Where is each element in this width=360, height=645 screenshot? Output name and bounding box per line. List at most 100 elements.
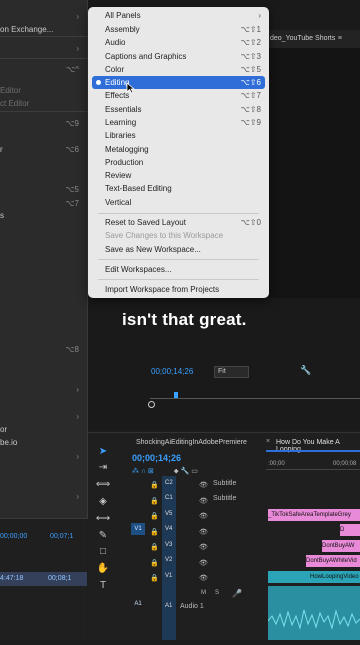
menu-row-workspaces[interactable]: ›: [0, 10, 87, 23]
ripple-edit-icon[interactable]: ⟺: [94, 477, 112, 493]
selected-dot-icon: [96, 80, 101, 85]
menu-item-reset-layout[interactable]: Reset to Saved Layout ⌥⇧0: [92, 216, 265, 229]
clip[interactable]: D: [340, 524, 360, 536]
program-monitor-controls: 00;00;14;26 Fit 🔧: [140, 362, 360, 430]
menu-item-libraries[interactable]: Libraries: [92, 129, 265, 142]
mute-button[interactable]: M: [201, 590, 206, 596]
playhead-icon[interactable]: [174, 392, 178, 398]
menu-row[interactable]: ⌥5: [0, 183, 87, 196]
menu-item-review[interactable]: Review: [92, 169, 265, 182]
razor-icon[interactable]: ◈: [94, 494, 112, 510]
menu-item-essentials[interactable]: Essentials ⌥⇧8: [92, 103, 265, 116]
snap-icon[interactable]: ⁂ ∩ ⊠: [132, 468, 154, 475]
track-name[interactable]: V3: [165, 542, 172, 548]
menu-row[interactable]: or: [0, 423, 87, 436]
menu-row-submenu[interactable]: ›: [0, 410, 87, 423]
menu-item-import-workspace[interactable]: Import Workspace from Projects: [92, 283, 265, 296]
menu-item-editing[interactable]: Editing ⌥⇧6: [92, 76, 265, 89]
menu-row-submenu[interactable]: ›: [0, 450, 87, 463]
track-name[interactable]: V5: [165, 511, 172, 517]
program-timecode[interactable]: 00;00;14;26: [151, 367, 193, 376]
menu-row-color[interactable]: r ⌥6: [0, 143, 87, 156]
menu-row[interactable]: ⌥8: [0, 343, 87, 356]
menu-item-all-panels[interactable]: All Panels ›: [92, 9, 265, 22]
track-select-icon[interactable]: ⇥: [94, 460, 112, 476]
menu-row-submenu[interactable]: ›: [0, 490, 87, 503]
type-icon[interactable]: T: [94, 578, 112, 594]
track-label: Subtitle: [213, 480, 237, 487]
track-name[interactable]: C2: [165, 480, 173, 486]
menu-row-effect-editor: ct Editor: [0, 99, 30, 108]
marker-icon[interactable]: ⬥ 🔧 ▭: [174, 468, 198, 475]
menu-item-save-changes: Save Changes to this Workspace: [105, 231, 224, 240]
source-patch-a1[interactable]: A1: [131, 598, 145, 610]
menu-item-edit-workspaces[interactable]: Edit Workspaces...: [92, 263, 265, 276]
menu-row-extensions[interactable]: ›: [0, 42, 87, 55]
clip[interactable]: _TikTokSafeAreaTemplateGrey: [268, 509, 360, 521]
ruler-label: 00;00;08: [333, 461, 357, 467]
menu-item-learning[interactable]: Learning ⌥⇧9: [92, 116, 265, 129]
track-name[interactable]: A1: [165, 603, 172, 609]
menu-row[interactable]: ⌥9: [0, 117, 87, 130]
menu-row-exchange[interactable]: on Exchange...: [0, 23, 87, 36]
chevron-right-icon: ›: [258, 11, 261, 20]
menu-row-editor: Editor: [0, 86, 21, 95]
solo-button[interactable]: S: [215, 590, 219, 596]
wrench-icon[interactable]: 🔧: [300, 365, 311, 376]
menu-item-effects[interactable]: Effects ⌥⇧7: [92, 89, 265, 102]
sequence-tab-bar: deo_YouTube Shorts ≡: [268, 30, 360, 48]
menu-row-submenu[interactable]: ›: [0, 383, 87, 396]
track-name[interactable]: C1: [165, 495, 173, 501]
scroll-handle[interactable]: [148, 401, 155, 408]
audio-clip[interactable]: [267, 586, 360, 640]
menu-row[interactable]: be.io: [0, 436, 87, 449]
track-label: Audio 1: [180, 603, 204, 610]
hand-icon[interactable]: ✋: [94, 561, 112, 577]
menu-item-audio[interactable]: Audio ⌥⇧2: [92, 36, 265, 49]
clip[interactable]: DontBuyAW: [322, 540, 360, 552]
sequence-tab-label[interactable]: deo_YouTube Shorts: [270, 30, 335, 48]
menu-row[interactable]: s: [0, 209, 87, 222]
track-name[interactable]: V1: [165, 573, 172, 579]
track-name[interactable]: V2: [165, 557, 172, 563]
microphone-icon[interactable]: 🎤: [232, 589, 242, 598]
menu-icon[interactable]: ≡: [338, 30, 342, 48]
workspaces-submenu: All Panels › Assembly ⌥⇧1 Audio ⌥⇧2 Caption…: [88, 7, 269, 298]
selection-tool-icon[interactable]: ➤: [94, 444, 112, 460]
source-patch-v1[interactable]: V1: [131, 523, 145, 535]
work-area-bar[interactable]: [266, 450, 360, 452]
close-icon[interactable]: ×: [266, 438, 270, 445]
mouse-cursor-icon: [126, 82, 135, 94]
chevron-right-icon: ›: [76, 12, 79, 21]
menu-item-vertical[interactable]: Vertical: [92, 196, 265, 209]
menu-row[interactable]: ⌥^: [0, 63, 87, 76]
pen-icon[interactable]: ✎: [94, 528, 112, 544]
menu-item-color[interactable]: Color ⌥⇧5: [92, 63, 265, 76]
timecode: 00;00;00: [0, 533, 28, 540]
menu-item-text-based-editing[interactable]: Text-Based Editing: [92, 182, 265, 195]
chevron-right-icon: ›: [76, 385, 79, 394]
zoom-fit-dropdown[interactable]: Fit: [214, 366, 249, 378]
rectangle-icon[interactable]: □: [94, 544, 112, 560]
slip-icon[interactable]: ⟷: [94, 511, 112, 527]
chevron-right-icon: ›: [76, 452, 79, 461]
selected-row[interactable]: 4:47:18 00;08;1: [0, 572, 87, 586]
menu-item-save-new-workspace[interactable]: Save as New Workspace...: [92, 243, 265, 256]
chevron-right-icon: ›: [76, 492, 79, 501]
program-video-area: [268, 48, 360, 298]
menu-item-metalogging[interactable]: Metalogging: [92, 143, 265, 156]
window-menu: › on Exchange... › ⌥^ Editor ct Editor ⌥…: [0, 0, 88, 519]
eye-icons[interactable]: 👁 👁 👁 👁 👁 👁 👁: [199, 478, 208, 587]
lock-icons[interactable]: 🔒 🔒 🔒 🔒 🔒 🔒 🔒: [150, 478, 159, 587]
project-panel-fragment: 00;00;00 00;07;1 4:47:18 00;08;1: [0, 520, 87, 640]
clip[interactable]: HowLoopingVideo: [268, 571, 360, 583]
timeline-timecode[interactable]: 00;00;14;26: [132, 453, 181, 463]
menu-item-captions[interactable]: Captions and Graphics ⌥⇧3: [92, 50, 265, 63]
scrub-bar[interactable]: [150, 398, 360, 399]
timeline-tab[interactable]: ShockingAiEditingInAdobePremiere: [136, 439, 247, 446]
menu-item-assembly[interactable]: Assembly ⌥⇧1: [92, 23, 265, 36]
menu-item-production[interactable]: Production: [92, 156, 265, 169]
clip[interactable]: DontBuyAWhiteVid: [306, 555, 360, 567]
track-name[interactable]: V4: [165, 526, 172, 532]
track-label: Subtitle: [213, 495, 237, 502]
